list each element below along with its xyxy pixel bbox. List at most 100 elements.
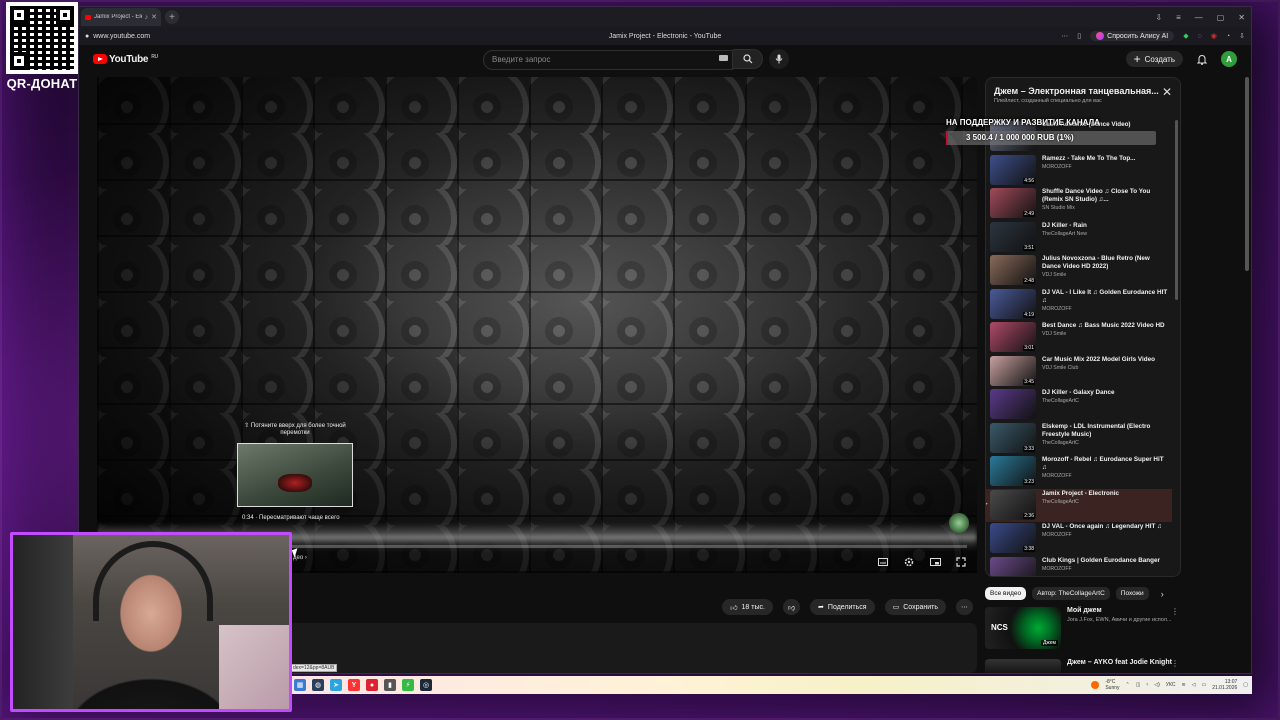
taskbar-steam-icon[interactable]: ◎ [420,679,432,691]
new-tab-button[interactable]: + [165,10,179,24]
taskbar-yandex-icon[interactable]: Y [348,679,360,691]
taskbar-app-icon[interactable]: ▦ [294,679,306,691]
playlist-thumbnail[interactable]: 3:23 [990,456,1036,486]
playlist-thumbnail[interactable]: 2:49 [990,188,1036,218]
miniplayer-icon[interactable] [929,557,941,567]
playlist-item[interactable]: 2:49 Shuffle Dance Video ♫ Close To You (… [986,187,1172,221]
playlist-thumbnail[interactable]: 3:51 [990,221,1036,252]
battery-icon[interactable]: ▭ [1202,682,1207,688]
playlist-item[interactable]: 3:45 Car Music Mix 2022 Model Girls Video… [986,355,1172,389]
bookmark-icon[interactable]: ▯ [1077,32,1081,40]
site-info-icon[interactable]: ● [85,33,89,40]
menu-icon[interactable]: ≡ [1176,13,1181,22]
playlist-item[interactable]: 3:38 DJ VAL - Once again ♫ Legendary HIT … [986,522,1172,556]
create-button[interactable]: + Создать [1125,51,1183,67]
close-window-icon[interactable]: ✕ [1238,13,1245,22]
youtube-header: YouTube RU + Создать A [79,45,1251,73]
playlist-thumbnail[interactable]: 2:48 [990,255,1036,285]
minimize-icon[interactable]: — [1195,13,1203,22]
more-vert-icon[interactable]: ⋮ [1171,607,1179,616]
network-icon[interactable]: ◫ [1136,682,1141,688]
playlist-item[interactable]: 3:01 Best Dance ♫ Bass Music 2022 Video H… [986,321,1172,355]
tab-close-icon[interactable]: ✕ [151,13,157,21]
save-button[interactable]: ▭ Сохранить [884,599,946,615]
playlist-item[interactable]: 2:48 Julius Novoxzona - Blue Retro (New D… [986,254,1172,288]
playlist-scrollbar[interactable] [1175,120,1178,300]
browser-tab-active[interactable]: Jamix Project - Elect ♪ ✕ [81,8,161,26]
extension-icon[interactable]: ◆ [1183,32,1188,40]
taskbar-app-icon[interactable]: ● [366,679,378,691]
playlist-thumbnail[interactable]: 3:38 [990,523,1036,553]
more-icon[interactable]: ⋯ [1061,32,1068,40]
wifi-icon[interactable]: ≋ [1181,682,1185,688]
related-item[interactable]: NCS Джем Мой джем Jora J.Fox, ÈWN, Авичи… [985,607,1181,649]
playlist-item[interactable]: 3:23 Morozoff - Rebel ♫ Eurodance Super H… [986,455,1172,489]
page-scrollbar[interactable] [1245,77,1249,271]
chevron-up-icon[interactable]: ⌃ [1126,682,1130,688]
maximize-icon[interactable]: ▢ [1217,13,1225,22]
more-vert-icon[interactable]: ⋮ [1171,659,1179,668]
playlist-item[interactable]: 4:56 Ramezz - Take Me To The Top... MOROZO… [986,154,1172,188]
search-button[interactable] [733,49,763,70]
playlist-item[interactable]: 3:33 Elskemp - LDL Instrumental (Electro … [986,422,1172,456]
tab-strip: Jamix Project - Elect ♪ ✕ + ⇩ ≡ — ▢ ✕ [79,7,1251,27]
playlist-thumbnail[interactable]: 3:01 [990,322,1036,352]
taskbar-clock[interactable]: 13:07 21.01.2026 [1212,679,1237,691]
extension-icon[interactable]: ◉ [1211,32,1217,40]
weather-widget[interactable]: -8°C Sunny [1105,679,1119,691]
playlist-item-title: DJ VAL - Once again ♫ Legendary HIT ♫ [1042,523,1162,530]
related-thumbnail[interactable]: NCS Джем [985,607,1061,649]
search-input[interactable] [483,49,733,70]
share-button[interactable]: ➦ Поделиться [810,599,875,615]
playlist-thumbnail[interactable]: 4:56 [990,154,1036,185]
youtube-logo[interactable]: YouTube RU [93,54,158,65]
playlist-item[interactable]: 4:19 DJ VAL - I Like It ♫ Golden Eurodanc… [986,288,1172,322]
playlist-thumbnail[interactable] [990,389,1036,419]
chip-similar[interactable]: Похожи [1115,587,1149,600]
chip-author[interactable]: Автор: TheCollageArtC [1032,587,1110,600]
notifications-bell-icon[interactable] [1197,54,1207,65]
taskbar-app-icon[interactable]: ⚡ [402,679,414,691]
language-indicator[interactable]: УКС [1166,682,1176,688]
taskbar-app-icon[interactable]: ➤ [330,679,342,691]
fullscreen-icon[interactable] [955,557,967,567]
chip-all-videos[interactable]: Все видео [985,587,1027,600]
extension-icon[interactable]: ◔ [1226,33,1230,40]
keyboard-icon[interactable] [719,55,728,61]
close-icon[interactable]: ✕ [1162,86,1172,98]
notification-center-icon[interactable]: ▢ [1243,682,1248,688]
playlist-item[interactable]: DJ Killer - Galaxy Dance TheCollageArtC [986,388,1172,422]
more-actions-button[interactable]: ⋯ [956,599,973,615]
playlist-item[interactable]: ▶ 2:36 Jamix Project - ElectronicTheCollag… [986,488,1172,522]
volume-icon[interactable]: ◁) [1154,682,1160,688]
speaker-icon[interactable]: ♪ [145,14,149,21]
taskbar-app-icon[interactable]: ▮ [384,679,396,691]
settings-gear-icon[interactable] [903,557,915,567]
voice-search-button[interactable] [769,49,789,70]
related-item[interactable]: Джем – AYKO feat Jodie Knight ⋮ [985,659,1181,673]
chevron-right-icon[interactable]: › [1161,589,1164,599]
subtitles-icon[interactable] [877,557,889,567]
mic-icon[interactable]: ♮ [1146,682,1148,688]
playlist-thumbnail[interactable]: 2:36 [990,489,1036,520]
playlist-item[interactable]: 3:59 Club Kings | Golden Eurodance Banger… [986,556,1172,576]
related-thumbnail[interactable] [985,659,1061,673]
taskbar-app-icon[interactable]: ◍ [312,679,324,691]
avatar[interactable]: A [1221,51,1237,67]
url-field[interactable]: ● www.youtube.com [85,33,150,40]
like-button[interactable]: 👍︎ 18 тыс. [722,599,773,615]
playlist-thumbnail[interactable]: 3:33 [990,422,1036,453]
video-player[interactable]: ⇧ Потяните вверх для более точной перемо… [97,77,977,573]
speaker-icon[interactable]: ◁ [1192,682,1196,688]
dislike-button[interactable]: 👎︎ [782,599,801,615]
playlist-thumbnail[interactable]: 3:45 [990,355,1036,386]
playlist-thumbnail[interactable]: 3:59 [990,556,1036,576]
channel-watermark[interactable] [949,513,969,533]
downloads-icon[interactable]: ⇩ [1155,13,1162,22]
playlist-title[interactable]: Джем – Электронная танцевальная... [994,86,1160,96]
ask-alice-button[interactable]: Спросить Алису AI [1090,31,1175,41]
extension-icon[interactable]: ◌ [1198,33,1202,40]
playlist-thumbnail[interactable]: 4:19 [990,288,1036,319]
download-icon[interactable]: ⇩ [1239,32,1245,40]
playlist-item[interactable]: 3:51 DJ Killer - Rain TheCollageArt New [986,221,1172,255]
